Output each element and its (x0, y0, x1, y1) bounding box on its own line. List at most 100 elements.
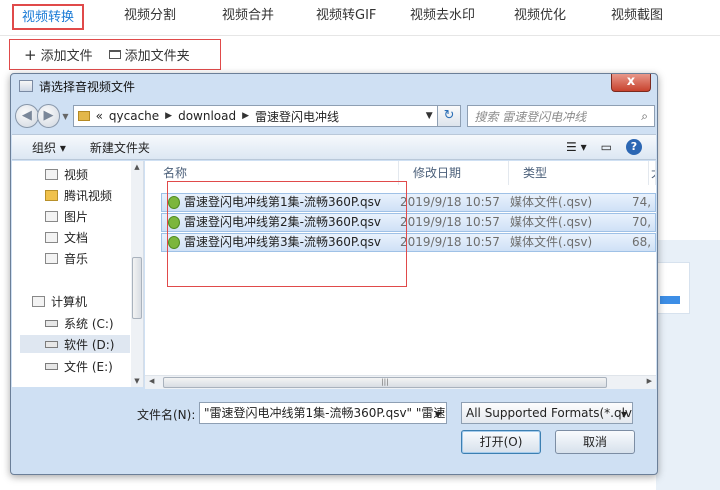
file-list: 名称 修改日期 类型 大小 雷速登闪电冲线第1集-流畅360P.qsv 2019… (145, 161, 656, 387)
file-modified: 2019/9/18 10:57 (400, 195, 500, 209)
nav-item-tencent[interactable]: 腾讯视频 (45, 186, 112, 204)
add-file-button[interactable]: + 添加文件 (16, 44, 101, 66)
breadcrumb-download[interactable]: download (178, 109, 236, 123)
dialog-titlebar: 请选择音视频文件 x (11, 74, 657, 98)
horizontal-scrollbar[interactable]: ◀ ||| ▶ (145, 375, 656, 389)
nav-item-pictures[interactable]: 图片 (45, 207, 88, 225)
recent-locations-dropdown[interactable]: ▼ (62, 112, 68, 121)
open-file-dialog: 请选择音视频文件 x ◀ ▶ ▼ « qycache ▶ download ▶ … (10, 73, 658, 475)
scroll-up-icon[interactable]: ▲ (131, 163, 143, 171)
nav-label: 系统 (C:) (64, 316, 114, 331)
address-dropdown-icon[interactable]: ▼ (426, 111, 433, 121)
close-button[interactable]: x (611, 74, 651, 92)
add-file-label: 添加文件 (40, 49, 93, 64)
command-bar: 组织 ▾ 新建文件夹 ☰ ▾ ▭ ? (12, 134, 656, 160)
help-icon[interactable]: ? (626, 139, 642, 155)
chevron-right-icon[interactable]: ▶ (165, 111, 172, 121)
drive-d-icon (45, 340, 58, 348)
nav-item-documents[interactable]: 文档 (45, 228, 88, 246)
cancel-button[interactable]: 取消 (555, 430, 635, 454)
window-icon (19, 80, 33, 92)
filename-dropdown-icon[interactable]: ▼ (435, 410, 441, 419)
tab-remove-watermark[interactable]: 视频去水印 (410, 4, 475, 30)
app-tab-bar: 视频转换 视频分割 视频合并 视频转GIF 视频去水印 视频优化 视频截图 (0, 0, 720, 36)
breadcrumb-qycache[interactable]: qycache (109, 109, 159, 123)
nav-label: 文档 (64, 230, 89, 245)
highlight-box (167, 181, 407, 287)
new-folder-button[interactable]: 新建文件夹 (90, 139, 150, 156)
column-modified[interactable]: 修改日期 (399, 161, 509, 185)
add-folder-label: 添加文件夹 (124, 49, 190, 64)
nav-label: 视频 (64, 167, 89, 182)
tab-video-gif[interactable]: 视频转GIF (316, 4, 376, 30)
scroll-right-icon[interactable]: ▶ (647, 377, 652, 385)
column-type[interactable]: 类型 (509, 161, 649, 185)
drive-e-icon (45, 362, 58, 370)
chevron-right-icon[interactable]: ▶ (242, 111, 249, 121)
tab-video-split[interactable]: 视频分割 (124, 4, 176, 30)
nav-label: 文件 (E:) (64, 359, 113, 374)
video-library-icon (45, 168, 58, 180)
filename-label: 文件名(N): (137, 408, 196, 422)
tab-video-convert[interactable]: 视频转换 (12, 4, 85, 30)
file-modified: 2019/9/18 10:57 (400, 215, 500, 229)
file-type: 媒体文件(.qsv) (510, 195, 593, 209)
pictures-library-icon (45, 210, 58, 222)
filetype-select[interactable]: All Supported Formats(*.qlv; (461, 402, 633, 424)
folder-icon (77, 111, 90, 121)
computer-icon (32, 295, 45, 307)
organize-menu[interactable]: 组织 ▾ (32, 139, 66, 156)
nav-item-music[interactable]: 音乐 (45, 249, 88, 267)
address-bar[interactable]: « qycache ▶ download ▶ 雷速登闪电冲线 ▼ (72, 105, 438, 127)
file-size: 68, (632, 235, 652, 249)
open-button[interactable]: 打开(O) (461, 430, 541, 454)
search-placeholder: 搜索 雷速登闪电冲线 (474, 109, 587, 124)
filetype-dropdown-icon[interactable]: ▼ (621, 410, 627, 419)
nav-item-drive-c[interactable]: 系统 (C:) (45, 314, 114, 332)
tencent-video-icon (45, 189, 58, 201)
forward-button[interactable]: ▶ (36, 104, 61, 128)
breadcrumb-overflow[interactable]: « (96, 109, 103, 123)
navigation-row: ◀ ▶ ▼ « qycache ▶ download ▶ 雷速登闪电冲线 ▼ ↻… (15, 102, 655, 130)
file-type: 媒体文件(.qsv) (510, 215, 593, 229)
nav-item-computer[interactable]: 计算机 (32, 292, 87, 310)
preview-pane-icon[interactable]: ▭ (601, 140, 612, 154)
tab-video-screenshot[interactable]: 视频截图 (611, 4, 663, 30)
breadcrumb-current[interactable]: 雷速登闪电冲线 (255, 108, 339, 125)
add-folder-button[interactable]: 添加文件夹 (101, 44, 198, 66)
file-size: 74, (632, 195, 652, 209)
file-toolbar: + 添加文件 添加文件夹 (9, 39, 221, 70)
drive-c-icon (45, 319, 58, 327)
nav-label: 音乐 (64, 251, 89, 266)
search-icon[interactable]: ⌕ (641, 109, 648, 124)
music-library-icon (45, 252, 58, 264)
tab-video-merge[interactable]: 视频合并 (222, 4, 274, 30)
refresh-button[interactable]: ↻ (437, 105, 462, 127)
file-size: 70, (632, 215, 652, 229)
nav-label: 软件 (D:) (64, 337, 115, 352)
navigation-pane: 视频 腾讯视频 图片 文档 音乐 计算机 系统 (C:) 软件 (D:) 文件 … (12, 161, 144, 387)
scroll-thumb[interactable]: ||| (163, 377, 607, 388)
filename-input[interactable]: "雷速登闪电冲线第1集-流畅360P.qsv" "雷速登 (199, 402, 447, 424)
folder-icon (108, 50, 121, 59)
file-modified: 2019/9/18 10:57 (400, 235, 500, 249)
documents-library-icon (45, 231, 58, 243)
nav-item-video[interactable]: 视频 (45, 165, 88, 183)
scroll-left-icon[interactable]: ◀ (149, 377, 154, 385)
nav-item-drive-d[interactable]: 软件 (D:) (20, 335, 130, 353)
tab-video-optimize[interactable]: 视频优化 (514, 4, 566, 30)
background-card (656, 262, 690, 314)
file-type: 媒体文件(.qsv) (510, 235, 593, 249)
nav-label: 图片 (64, 209, 89, 224)
dialog-title: 请选择音视频文件 (39, 79, 136, 94)
search-input[interactable]: 搜索 雷速登闪电冲线 ⌕ (467, 105, 655, 127)
view-options-icon[interactable]: ☰ ▾ (566, 140, 587, 154)
back-button[interactable]: ◀ (15, 104, 39, 128)
background-progress (660, 296, 680, 304)
scroll-thumb[interactable] (132, 257, 142, 319)
nav-label: 腾讯视频 (64, 188, 113, 203)
column-size[interactable]: 大小 (649, 161, 656, 185)
scroll-down-icon[interactable]: ▼ (131, 377, 143, 385)
nav-scrollbar[interactable]: ▲ ▼ (131, 161, 143, 387)
nav-item-drive-e[interactable]: 文件 (E:) (45, 357, 113, 375)
